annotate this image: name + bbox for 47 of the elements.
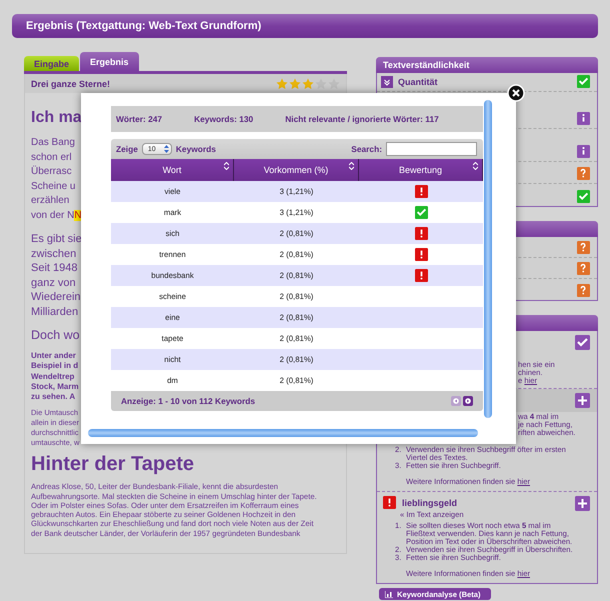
column-header[interactable]: Wort: [111, 159, 234, 181]
star-icon: [315, 78, 327, 90]
article-subheading: Doch wo: [31, 327, 80, 343]
bar-chart-icon: [385, 590, 393, 598]
search-label: Search:: [351, 144, 382, 154]
star-icon: [289, 78, 301, 90]
star-icon: [276, 78, 288, 90]
close-icon[interactable]: [507, 84, 525, 102]
stat-label: Wörter: 247: [116, 114, 162, 124]
keywords-label: Keywords: [176, 144, 216, 154]
stat-label: Nicht relevante / ignorierte Wörter: 117: [285, 114, 439, 124]
row-label: Quantität: [398, 77, 438, 87]
star-icon: [302, 78, 314, 90]
horizontal-scrollbar[interactable]: [88, 429, 478, 437]
keyword-label: lieblingsgeld: [402, 498, 458, 508]
column-header[interactable]: Bewertung: [359, 159, 483, 181]
check-icon[interactable]: [575, 335, 590, 350]
rating-label: Drei ganze Sterne!: [31, 78, 110, 88]
exclamation-icon: [414, 269, 428, 282]
search-field[interactable]: [386, 142, 477, 156]
sort-icon: [224, 162, 229, 170]
stat-label: Keywords: 130: [194, 114, 254, 124]
article-paragraph: Das Bang schon erl Überrasc Scheine u erzählen von der NN: [31, 136, 82, 222]
page-title-bar: Ergebnis (Textgattung: Web-Text Grundform): [12, 14, 598, 38]
article-paragraph: Unter ander Beispiel in d Wendeltrep Stock, Marm zu sehen. A: [31, 351, 79, 402]
column-header[interactable]: Vorkommen (%): [234, 159, 359, 181]
plus-icon[interactable]: [575, 496, 590, 511]
star-icon: [328, 78, 340, 90]
tab[interactable]: Eingabe: [24, 56, 80, 71]
stepper-icon: [164, 145, 169, 153]
plus-icon[interactable]: [575, 393, 590, 408]
exclamation-icon: [414, 248, 428, 261]
collapse-icon[interactable]: [381, 76, 393, 88]
panel-title: Textverständlichkeit: [376, 57, 598, 73]
tab[interactable]: Ergebnis: [80, 52, 139, 71]
article-heading: Ich ma: [31, 108, 82, 128]
pagination-info: Anzeige: 1 - 10 von 112 Keywords: [121, 396, 256, 406]
article-heading: Hinter der Tapete: [31, 452, 194, 476]
vertical-scrollbar[interactable]: [484, 100, 492, 418]
exclamation-icon: [414, 185, 428, 198]
article-paragraph: Es gibt sie zwischen Seit 1948 ganz von Wiederein Milliarden: [31, 232, 82, 319]
check-icon: [414, 206, 428, 219]
show-label: Zeige: [116, 144, 138, 154]
sort-icon: [349, 162, 354, 170]
sort-icon: [473, 162, 478, 170]
next-page-button[interactable]: [463, 396, 473, 406]
exclamation-icon: [414, 227, 428, 240]
